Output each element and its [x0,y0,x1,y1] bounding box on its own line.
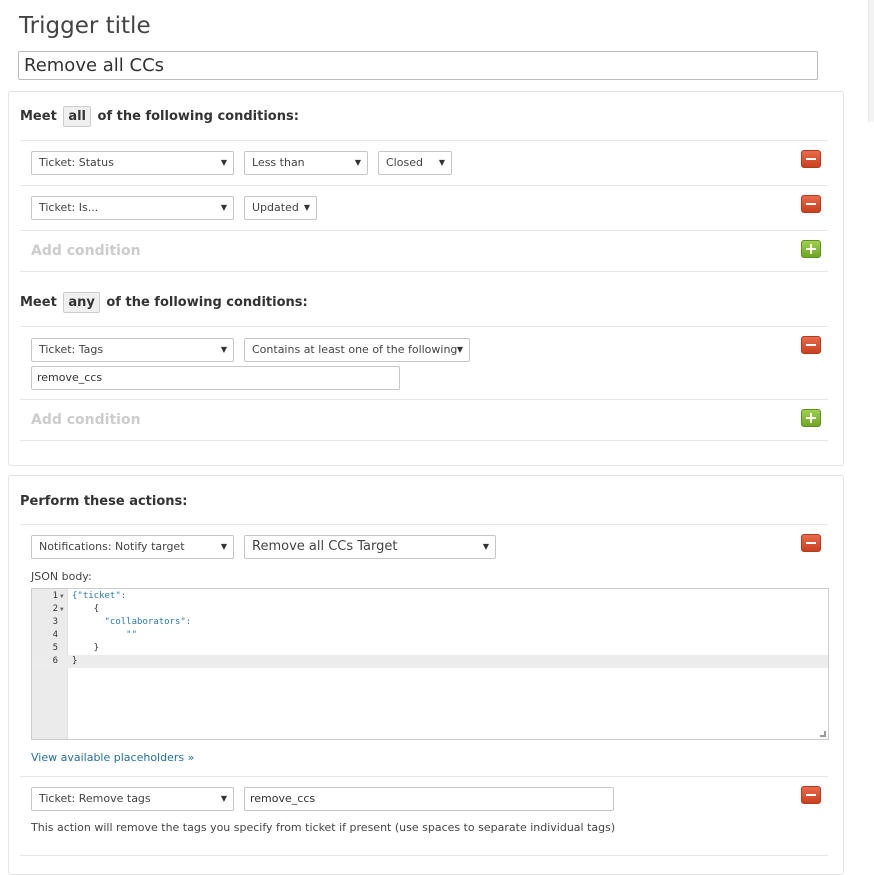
any-prefix: Meet [20,295,57,310]
caret-down-icon: ▼ [303,203,310,212]
all-suffix: of the following conditions: [97,109,299,124]
caret-down-icon: ▼ [220,794,227,803]
condition-field-select[interactable]: Ticket: Tags ▼ [31,338,234,362]
condition-field-select[interactable]: Ticket: Is... ▼ [31,196,234,220]
remove-condition-button[interactable] [801,195,821,213]
conditions-panel [8,91,844,466]
fold-arrow-icon[interactable]: ▼ [60,590,64,603]
condition-operator-select[interactable]: Updated ▼ [244,196,317,220]
line-number: 6 [52,656,58,666]
remove-action-button[interactable] [801,786,821,804]
code-line: 2 ▼ { [32,603,828,616]
condition-value-value: Closed [386,156,423,169]
condition-value-select[interactable]: Closed ▼ [378,151,452,175]
divider [20,230,828,231]
json-body-label: JSON body: [31,570,92,583]
divider [20,140,828,141]
tags-input[interactable]: remove_ccs [31,366,400,390]
condition-operator-value: Contains at least one of the following [252,343,458,356]
notify-target-value: Remove all CCs Target [252,539,398,554]
add-condition-label[interactable]: Add condition [31,243,141,259]
divider [20,326,828,327]
view-placeholders-link[interactable]: View available placeholders » [31,751,194,764]
condition-field-value: Ticket: Status [39,156,114,169]
code-text: { [72,604,100,614]
divider [20,524,828,525]
action-field-select[interactable]: Notifications: Notify target ▼ [31,535,234,559]
remove-action-button[interactable] [801,534,821,552]
code-line: 3 "collaborators": [32,616,828,629]
remove-condition-button[interactable] [801,336,821,354]
condition-operator-value: Less than [252,156,305,169]
caret-down-icon: ▼ [220,542,227,551]
notify-target-select[interactable]: Remove all CCs Target ▼ [244,535,496,559]
condition-operator-value: Updated [252,201,299,214]
code-text: "" [72,630,138,640]
actions-heading: Perform these actions: [20,494,188,509]
line-number: 2 [52,604,58,614]
code-line-active: 6 } [32,655,828,668]
json-body-editor[interactable]: 1 ▼ {"ticket": 2 ▼ { 3 "collaborators": … [31,588,829,740]
any-conditions-heading: Meet any of the following conditions: [20,292,308,313]
action-field-value: Ticket: Remove tags [39,792,151,805]
code-text: {"ticket": [72,591,127,601]
code-line: 1 ▼ {"ticket": [32,590,828,603]
resize-handle-icon[interactable] [820,731,826,737]
action-field-value: Notifications: Notify target [39,540,185,553]
remove-condition-button[interactable] [801,150,821,168]
divider [20,776,828,777]
divider [20,440,828,441]
line-number: 3 [52,617,58,627]
divider [20,271,828,272]
code-line: 4 "" [32,629,828,642]
caret-down-icon: ▼ [220,158,227,167]
caret-down-icon: ▼ [456,345,463,354]
condition-operator-select[interactable]: Contains at least one of the following ▼ [244,338,470,362]
condition-field-value: Ticket: Is... [39,201,99,214]
fold-arrow-icon[interactable]: ▼ [60,603,64,616]
code-line: 5 } [32,642,828,655]
code-text: } [72,643,100,653]
remove-tags-help: This action will remove the tags you spe… [31,821,616,834]
add-condition-button[interactable] [801,409,821,427]
line-number: 5 [52,643,58,653]
trigger-title-heading: Trigger title [19,13,151,39]
divider [20,855,828,856]
condition-field-value: Ticket: Tags [39,343,104,356]
condition-field-select[interactable]: Ticket: Status ▼ [31,151,234,175]
caret-down-icon: ▼ [482,542,489,551]
all-conditions-heading: Meet all of the following conditions: [20,106,299,127]
right-scroll-gutter [868,0,874,122]
add-condition-button[interactable] [801,240,821,258]
code-text: "collaborators": [72,617,192,627]
caret-down-icon: ▼ [438,158,445,167]
caret-down-icon: ▼ [354,158,361,167]
all-prefix: Meet [20,109,57,124]
add-condition-label[interactable]: Add condition [31,412,141,428]
line-number: 1 [52,591,58,601]
divider [20,399,828,400]
caret-down-icon: ▼ [220,203,227,212]
remove-tags-input[interactable]: remove_ccs [244,787,614,811]
divider [20,185,828,186]
all-pill[interactable]: all [63,106,92,127]
action-field-select[interactable]: Ticket: Remove tags ▼ [31,787,234,811]
line-number: 4 [52,630,58,640]
trigger-title-input[interactable]: Remove all CCs [18,51,818,80]
caret-down-icon: ▼ [220,345,227,354]
any-pill[interactable]: any [63,292,100,313]
any-suffix: of the following conditions: [106,295,308,310]
code-text: } [72,656,78,666]
condition-operator-select[interactable]: Less than ▼ [244,151,368,175]
